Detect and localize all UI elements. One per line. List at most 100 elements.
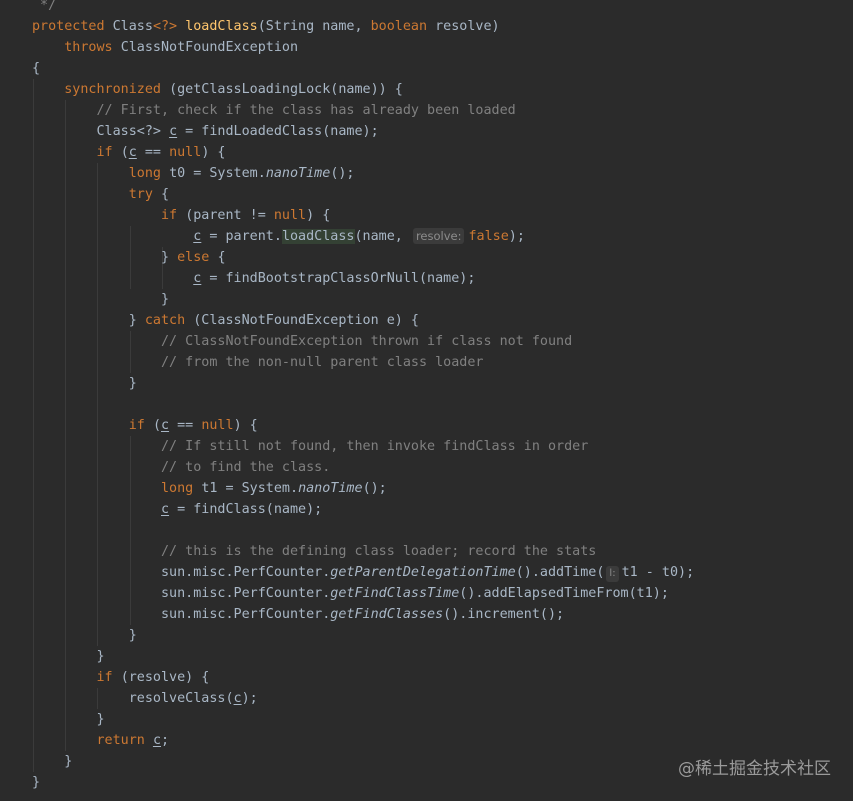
keyword-token: return (96, 733, 153, 748)
code-line[interactable]: synchronized (getClassLoadingLock(name))… (32, 79, 403, 100)
code-line[interactable]: } (32, 646, 104, 667)
code-line[interactable]: if (c == null) { (32, 415, 258, 436)
code-line[interactable]: // this is the defining class loader; re… (32, 541, 596, 562)
reassigned-variable-token: c (233, 691, 242, 706)
code-line[interactable]: c = findClass(name); (32, 499, 322, 520)
code-token: } (32, 775, 41, 790)
watermark: @稀土掘金技术社区 (678, 759, 831, 779)
code-token: ( (152, 418, 161, 433)
code-token: ().addTime( (515, 565, 605, 580)
code-line[interactable]: protected Class<?> loadClass(String name… (32, 16, 500, 37)
keyword-token: boolean (370, 19, 436, 34)
code-line[interactable]: long t1 = System.nanoTime(); (32, 478, 387, 499)
code-line[interactable]: } (32, 289, 169, 310)
code-token: = parent. (201, 229, 282, 244)
code-line[interactable]: } (32, 751, 72, 772)
code-token: (); (362, 481, 387, 496)
static-method-token: getParentDelegationTime (330, 565, 516, 580)
code-line[interactable]: } (32, 373, 137, 394)
code-token: = findClass(name); (169, 502, 323, 517)
code-token: ) { (233, 418, 258, 433)
code-token: Class<?> (32, 124, 170, 139)
keyword-token: long (128, 166, 170, 181)
code-line[interactable]: if (resolve) { (32, 667, 210, 688)
keyword-token: protected (32, 19, 113, 34)
static-method-token: nanoTime (265, 166, 331, 181)
code-line[interactable]: sun.misc.PerfCounter.getFindClasses().in… (32, 604, 564, 625)
code-token: ().increment(); (443, 607, 565, 622)
comment-token: // First, check if the class has already… (96, 103, 516, 118)
code-line[interactable]: */ (32, 0, 56, 16)
code-line[interactable]: // from the non-null parent class loader (32, 352, 483, 373)
code-token: = findLoadedClass(name); (177, 124, 379, 139)
static-method-token: getFindClassTime (330, 586, 460, 601)
comment-token: // to find the class. (161, 460, 331, 475)
code-token: ().addElapsedTimeFrom(t1); (459, 586, 669, 601)
code-token: Class (112, 19, 153, 34)
code-line[interactable]: // First, check if the class has already… (32, 100, 516, 121)
code-token: = findBootstrapClassOrNull(name); (201, 271, 476, 286)
code-line[interactable]: c = parent.loadClass(name, resolve: false… (32, 226, 525, 247)
code-token: sun.misc.PerfCounter. (32, 565, 331, 580)
code-line[interactable]: // ClassNotFoundException thrown if clas… (32, 331, 572, 352)
code-editor[interactable]: */protected Class<?> loadClass(String na… (0, 0, 853, 801)
code-line[interactable]: long t0 = System.nanoTime(); (32, 163, 355, 184)
code-token: } (32, 250, 178, 265)
reassigned-variable-token: c (161, 502, 170, 517)
code-token: (String name, (257, 19, 371, 34)
code-token: ) { (306, 208, 331, 223)
code-line[interactable]: } catch (ClassNotFoundException e) { (32, 310, 419, 331)
keyword-token: if (96, 145, 121, 160)
code-line[interactable]: if (parent != null) { (32, 205, 330, 226)
code-line[interactable]: throws ClassNotFoundException (32, 37, 298, 58)
code-token: (); (330, 166, 355, 181)
code-token: } (32, 628, 137, 643)
keyword-token: null (201, 418, 234, 433)
code-token: (name, (354, 229, 411, 244)
comment-token: // this is the defining class loader; re… (161, 544, 597, 559)
code-line[interactable]: if (c == null) { (32, 142, 226, 163)
code-token: (getClassLoadingLock(name)) { (169, 82, 403, 97)
reassigned-variable-token: c (152, 733, 161, 748)
keyword-token: <?> (152, 19, 186, 34)
keyword-token: false (468, 229, 509, 244)
code-line[interactable]: sun.misc.PerfCounter.getParentDelegation… (32, 562, 694, 583)
code-line[interactable]: } (32, 625, 137, 646)
static-method-token: nanoTime (298, 481, 363, 496)
code-token: == (136, 145, 170, 160)
highlighted-method-token: loadClass (281, 229, 355, 244)
parameter-hint-icon: l: (606, 566, 619, 582)
keyword-token: null (169, 145, 202, 160)
code-line[interactable]: resolveClass(c); (32, 688, 258, 709)
code-line[interactable]: return c; (32, 730, 170, 751)
code-token: resolveClass( (32, 691, 234, 706)
code-line[interactable]: Class<?> c = findLoadedClass(name); (32, 121, 379, 142)
code-line[interactable]: } else { (32, 247, 226, 268)
keyword-token: catch (144, 313, 194, 328)
parameter-hint: resolve: (412, 228, 465, 244)
code-line[interactable]: { (32, 58, 40, 79)
code-line[interactable]: } (32, 772, 40, 793)
code-line[interactable]: c = findBootstrapClassOrNull(name); (32, 268, 475, 289)
code-token: resolve) (435, 19, 500, 34)
code-token: (ClassNotFoundException e) { (193, 313, 419, 328)
code-line[interactable]: } (32, 709, 104, 730)
code-token: (parent != (185, 208, 274, 223)
keyword-token: try (128, 187, 161, 202)
code-token: == (169, 418, 202, 433)
code-line[interactable]: // to find the class. (32, 457, 330, 478)
code-line[interactable]: // If still not found, then invoke findC… (32, 436, 588, 457)
code-line[interactable]: sun.misc.PerfCounter.getFindClassTime().… (32, 583, 669, 604)
code-line[interactable]: try { (32, 184, 169, 205)
